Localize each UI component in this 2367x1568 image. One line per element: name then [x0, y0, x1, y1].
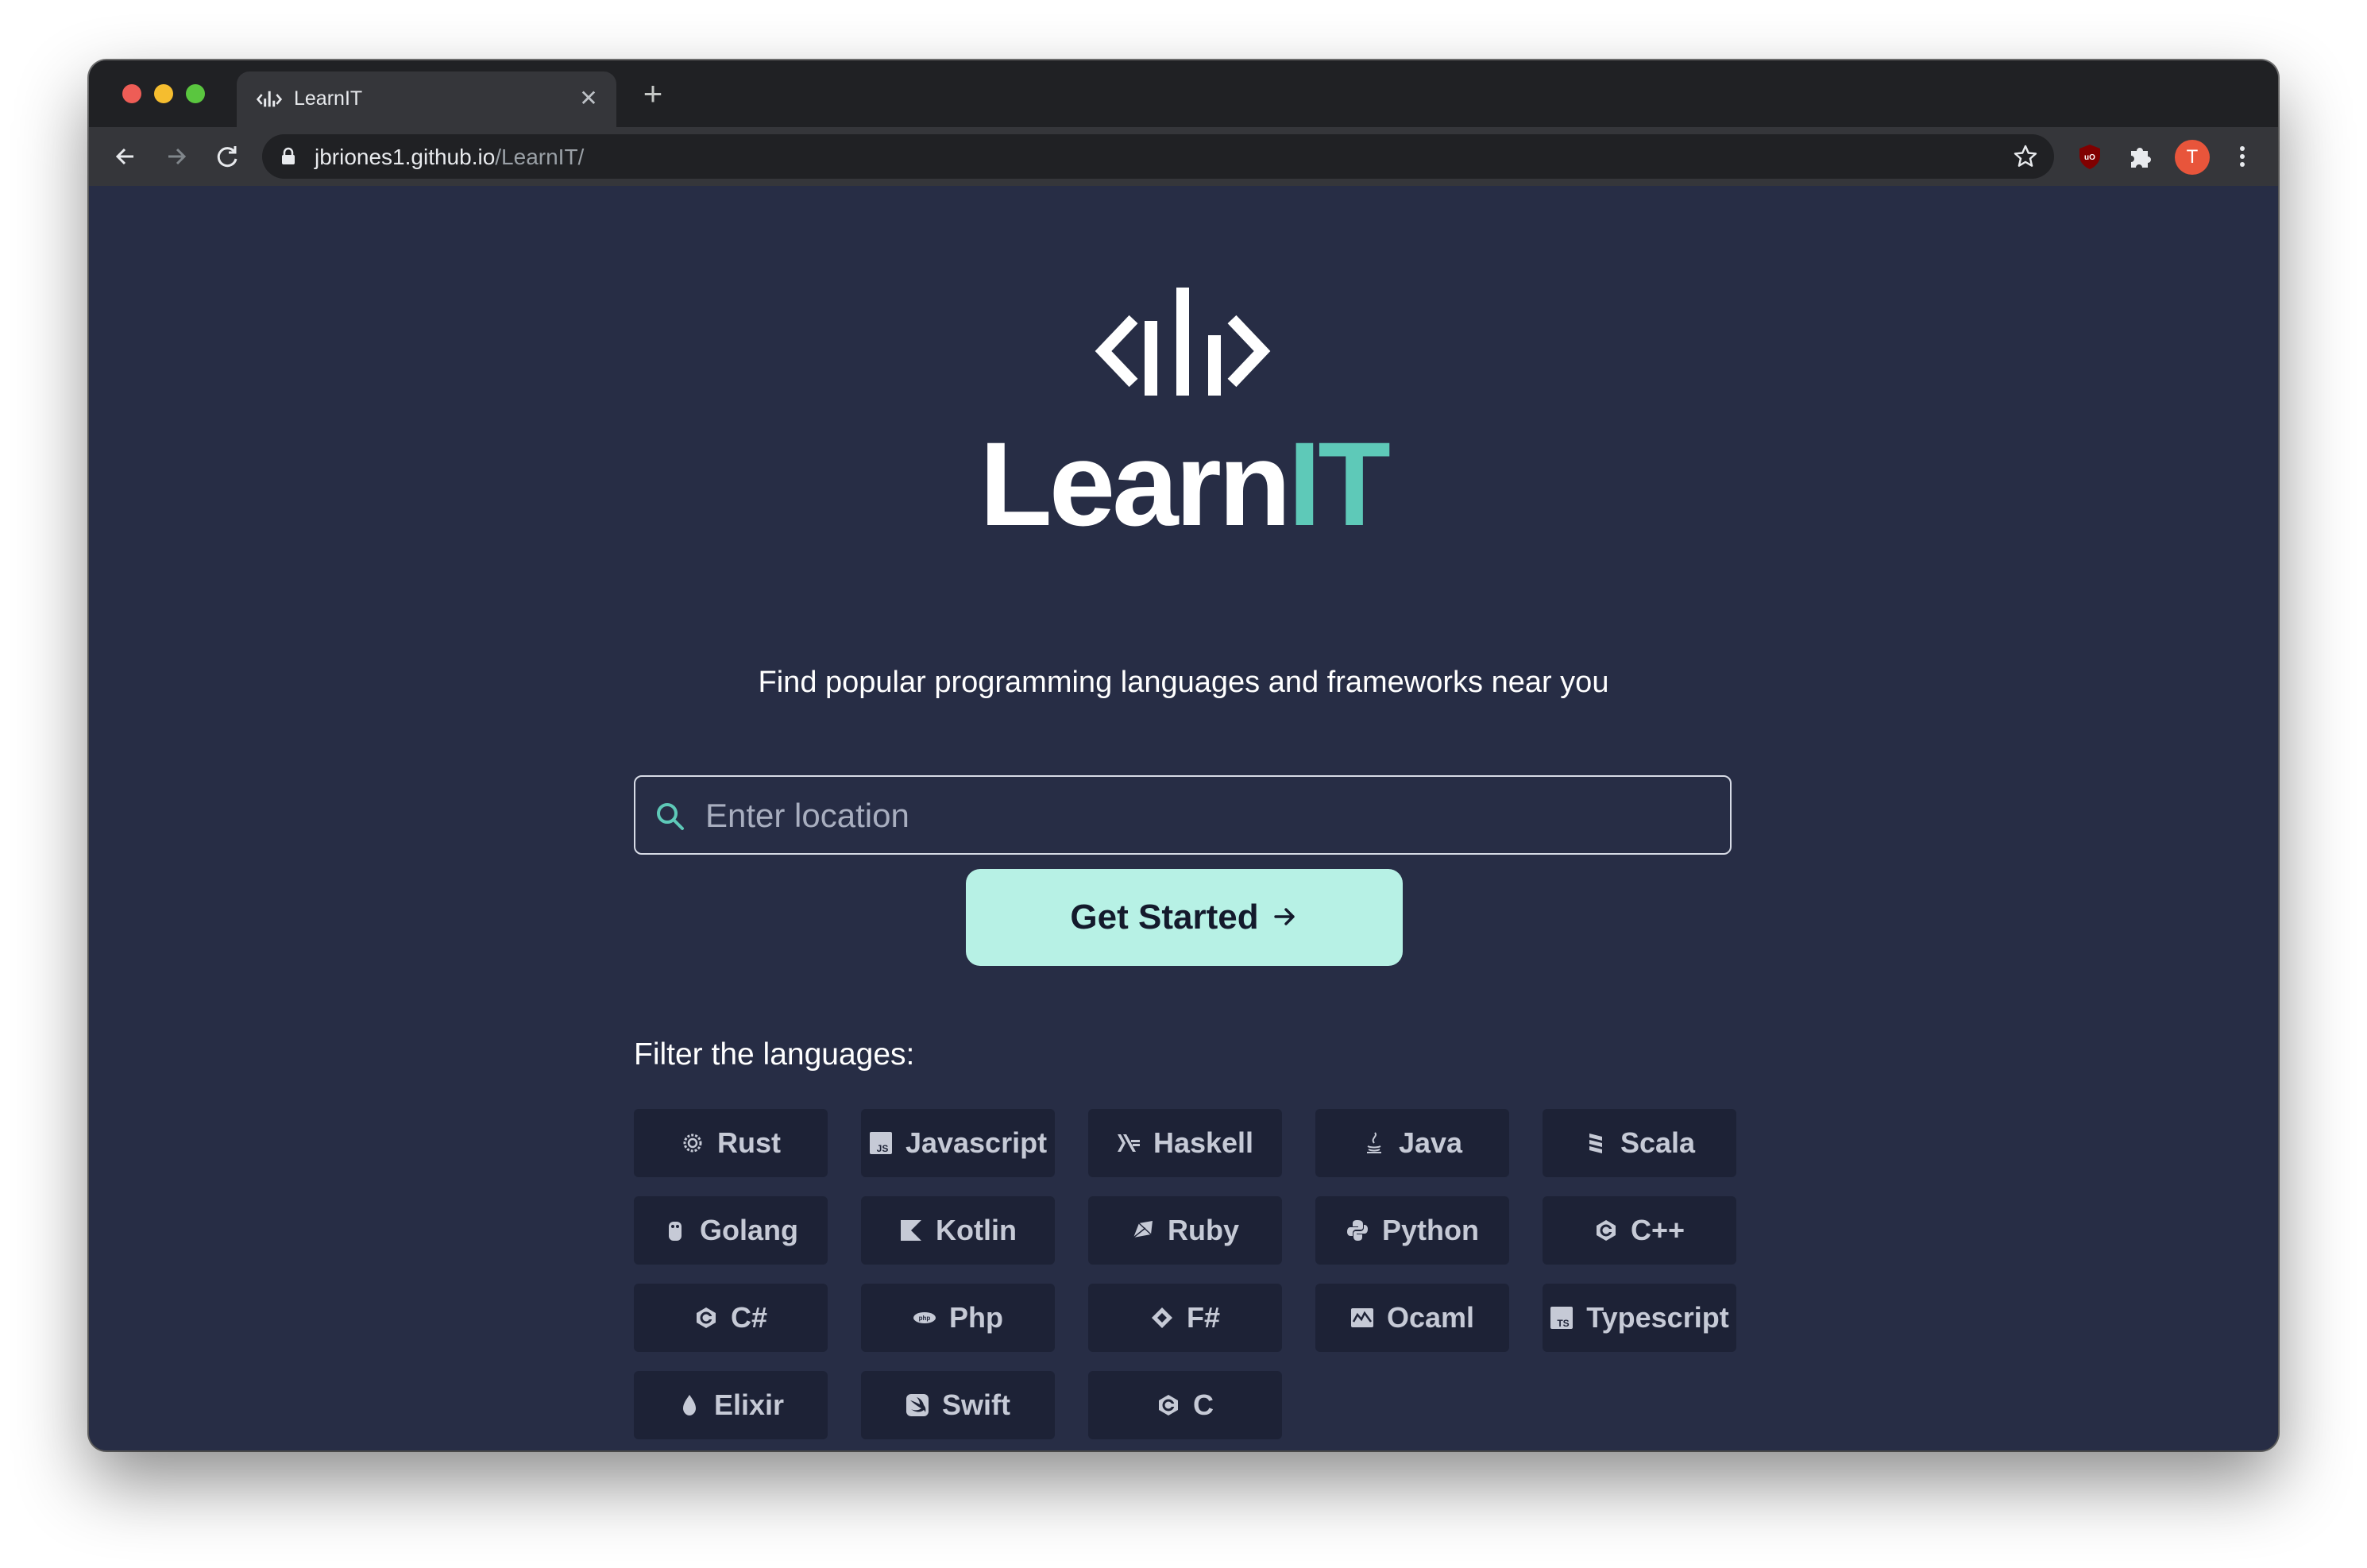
- language-filter-grid: Rust JS Javascript Haskell Java Scala Go…: [634, 1109, 1736, 1439]
- learnit-favicon-icon: [256, 91, 283, 107]
- lock-icon: [282, 147, 295, 164]
- language-label: Haskell: [1153, 1126, 1254, 1159]
- ublock-origin-icon[interactable]: uO: [2073, 140, 2106, 173]
- language-label: Ocaml: [1386, 1301, 1475, 1334]
- csharp-icon: [696, 1307, 716, 1328]
- brand-title-accent: IT: [1288, 417, 1391, 550]
- language-label: Kotlin: [936, 1214, 1017, 1246]
- language-label: Elixir: [713, 1388, 785, 1421]
- fsharp-icon: [1151, 1307, 1172, 1328]
- url-path: /LearnIT/: [495, 145, 585, 169]
- language-label: F#: [1186, 1301, 1220, 1334]
- language-chip-php[interactable]: php Php: [861, 1284, 1055, 1352]
- rust-icon: [683, 1134, 702, 1153]
- haskell-icon: [1117, 1134, 1140, 1152]
- svg-text:JS: JS: [877, 1143, 889, 1154]
- swift-icon: [906, 1394, 929, 1416]
- extensions-puzzle-icon[interactable]: [2124, 140, 2157, 173]
- ocaml-icon: [1350, 1308, 1373, 1327]
- get-started-button[interactable]: Get Started: [966, 869, 1403, 966]
- browser-toolbar: jbriones1.github.io/LearnIT/ uO T: [89, 127, 2278, 186]
- language-chip-ruby[interactable]: Ruby: [1088, 1196, 1282, 1265]
- language-chip-ocaml[interactable]: Ocaml: [1315, 1284, 1509, 1352]
- language-chip-scala[interactable]: Scala: [1543, 1109, 1736, 1177]
- language-chip-rust[interactable]: Rust: [634, 1109, 828, 1177]
- language-label: Ruby: [1168, 1214, 1239, 1246]
- cplusplus-icon: [1596, 1220, 1616, 1241]
- get-started-label: Get Started: [1070, 898, 1259, 937]
- language-label: C++: [1630, 1214, 1685, 1246]
- browser-tab[interactable]: LearnIT ✕: [237, 71, 616, 127]
- minimize-window-button[interactable]: [154, 84, 173, 103]
- language-label: Rust: [717, 1126, 781, 1159]
- language-label: C: [1193, 1388, 1214, 1421]
- language-chip-csharp[interactable]: C#: [634, 1284, 828, 1352]
- brand-title-main: Learn: [979, 417, 1291, 550]
- brand-title: LearnIT: [89, 424, 2278, 543]
- maximize-window-button[interactable]: [186, 84, 205, 103]
- page-content: LearnIT Find popular programming languag…: [89, 186, 2278, 1450]
- learnit-logo-icon: [1095, 288, 1271, 396]
- python-icon: [1347, 1220, 1368, 1241]
- svg-text:php: php: [919, 1315, 931, 1322]
- language-chip-cplusplus[interactable]: C++: [1543, 1196, 1736, 1265]
- bookmark-star-icon[interactable]: [2011, 142, 2040, 171]
- typescript-icon: TS: [1550, 1307, 1573, 1329]
- new-tab-button[interactable]: +: [635, 77, 670, 113]
- language-chip-haskell[interactable]: Haskell: [1088, 1109, 1282, 1177]
- reload-icon[interactable]: [208, 137, 246, 176]
- language-chip-kotlin[interactable]: Kotlin: [861, 1196, 1055, 1265]
- language-chip-golang[interactable]: Golang: [634, 1196, 828, 1265]
- language-label: Python: [1382, 1214, 1479, 1246]
- url-host: jbriones1.github.io: [315, 145, 496, 169]
- language-chip-fsharp[interactable]: F#: [1088, 1284, 1282, 1352]
- arrow-right-icon: [1273, 908, 1295, 926]
- language-chip-c[interactable]: C: [1088, 1371, 1282, 1439]
- location-search-box: [634, 775, 1732, 855]
- browser-titlebar: LearnIT ✕ +: [89, 60, 2278, 127]
- more-menu-icon[interactable]: [2226, 140, 2259, 173]
- language-chip-python[interactable]: Python: [1315, 1196, 1509, 1265]
- tab-close-icon[interactable]: ✕: [575, 85, 602, 112]
- forward-arrow-icon[interactable]: [157, 137, 195, 176]
- search-icon: [657, 803, 684, 830]
- kotlin-icon: [901, 1220, 921, 1241]
- language-chip-java[interactable]: Java: [1315, 1109, 1509, 1177]
- language-label: Golang: [700, 1214, 798, 1246]
- ruby-icon: [1133, 1221, 1153, 1238]
- golang-icon: [669, 1222, 682, 1241]
- elixir-icon: [682, 1395, 696, 1415]
- language-label: Php: [949, 1301, 1003, 1334]
- profile-avatar[interactable]: T: [2175, 140, 2210, 175]
- scala-icon: [1589, 1134, 1602, 1153]
- language-label: Javascript: [905, 1126, 1048, 1159]
- filter-label: Filter the languages:: [634, 1037, 915, 1072]
- language-label: Java: [1398, 1126, 1463, 1159]
- svg-text:uO: uO: [2084, 153, 2095, 162]
- php-icon: php: [913, 1312, 936, 1323]
- language-label: C#: [730, 1301, 768, 1334]
- language-label: Swift: [942, 1388, 1010, 1421]
- svg-text:TS: TS: [1558, 1318, 1570, 1329]
- language-label: Scala: [1620, 1126, 1696, 1159]
- javascript-icon: JS: [869, 1132, 892, 1154]
- language-chip-javascript[interactable]: JS Javascript: [861, 1109, 1055, 1177]
- language-chip-typescript[interactable]: TS Typescript: [1543, 1284, 1736, 1352]
- language-label: Typescript: [1586, 1301, 1729, 1334]
- language-chip-elixir[interactable]: Elixir: [634, 1371, 828, 1439]
- java-icon: [1366, 1132, 1381, 1153]
- url-text: jbriones1.github.io/LearnIT/: [315, 145, 584, 170]
- browser-window: LearnIT ✕ + jbriones1.github.io/LearnIT/: [89, 60, 2278, 1450]
- close-window-button[interactable]: [122, 84, 141, 103]
- c-icon: [1159, 1395, 1178, 1415]
- back-arrow-icon[interactable]: [106, 137, 145, 176]
- tagline: Find popular programming languages and f…: [758, 666, 1609, 699]
- location-input[interactable]: [704, 777, 1708, 855]
- address-bar[interactable]: jbriones1.github.io/LearnIT/: [262, 134, 2054, 179]
- language-chip-swift[interactable]: Swift: [861, 1371, 1055, 1439]
- tab-title: LearnIT: [294, 87, 363, 110]
